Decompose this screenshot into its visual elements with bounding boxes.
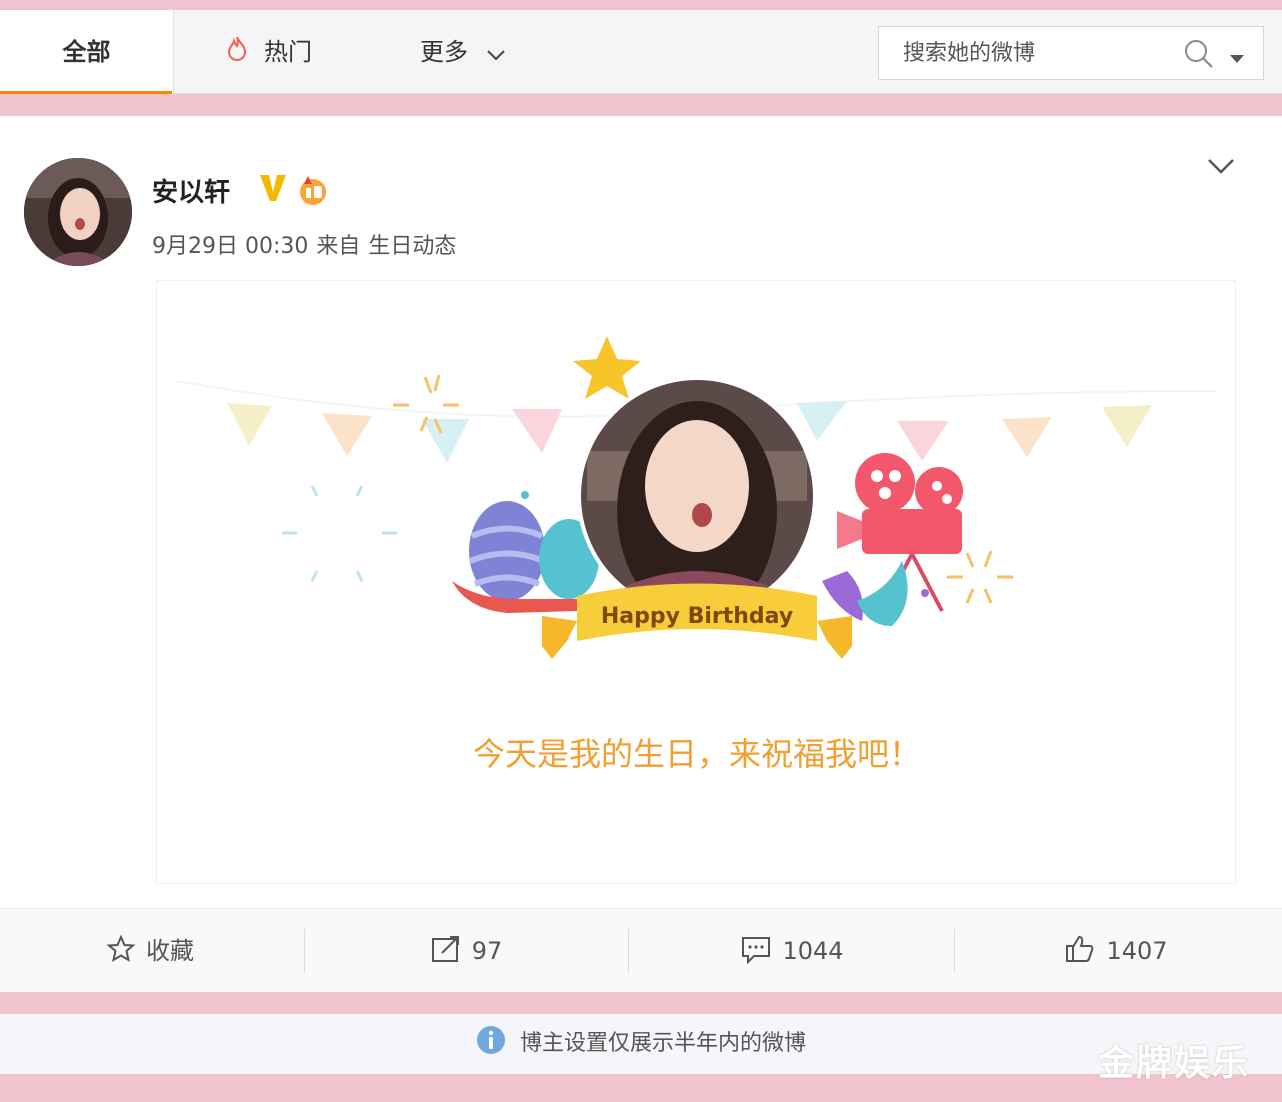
post-source[interactable]: 生日动态	[368, 234, 456, 259]
search-icon[interactable]	[1183, 38, 1215, 74]
repost-icon	[431, 936, 459, 962]
birthday-card[interactable]: Happy Birthday 今天是我的生日，来祝福我吧！	[156, 280, 1236, 884]
dropdown-caret-icon[interactable]	[1229, 49, 1245, 68]
tab-more[interactable]: 更多	[420, 10, 506, 94]
star-icon	[106, 934, 136, 963]
verified-icon	[258, 172, 288, 208]
watermark: 金牌娱乐	[1098, 1043, 1251, 1084]
author-name[interactable]: 安以轩	[152, 172, 230, 209]
action-divider	[628, 929, 629, 973]
avatar[interactable]	[24, 158, 132, 266]
favorite-button[interactable]: 收藏	[0, 909, 300, 993]
action-bar: 收藏 97 1044 1407	[0, 908, 1282, 992]
banner-text: Happy Birthday	[601, 604, 793, 629]
tab-hot-label: 热门	[264, 38, 312, 66]
repost-button[interactable]: 97	[316, 909, 616, 993]
post-meta: 9月29日 00:30 来自 生日动态	[152, 228, 464, 260]
tab-bar: 全部 热门 更多	[0, 10, 1282, 94]
chevron-down-icon[interactable]	[1206, 156, 1236, 180]
level-icon[interactable]	[296, 174, 330, 210]
notice-bar: 博主设置仅展示半年内的微博	[0, 1014, 1282, 1074]
favorite-label: 收藏	[146, 937, 194, 965]
action-divider	[304, 929, 305, 973]
info-icon	[476, 1026, 505, 1054]
like-icon	[1066, 935, 1094, 962]
repost-count: 97	[471, 937, 503, 965]
comment-count: 1044	[782, 937, 844, 965]
source-prefix: 来自	[316, 234, 361, 259]
flame-icon	[226, 11, 250, 95]
like-count: 1407	[1106, 937, 1168, 965]
birthday-message: 今天是我的生日，来祝福我吧！	[472, 735, 921, 773]
birthday-illustration: Happy Birthday	[176, 336, 1218, 659]
chevron-down-icon	[486, 11, 506, 95]
tab-hot[interactable]: 热门	[226, 10, 312, 94]
search-input[interactable]	[879, 27, 1169, 79]
search-box	[878, 26, 1264, 80]
notice-text: 博主设置仅展示半年内的微博	[519, 1031, 806, 1056]
tab-more-label: 更多	[420, 38, 468, 66]
post-date[interactable]: 9月29日 00:30	[152, 234, 308, 259]
post-card: 安以轩 9月29日 00:30 来自 生日动态 Happy Birthday 今…	[0, 116, 1282, 992]
comment-button[interactable]: 1044	[642, 909, 942, 993]
action-divider	[954, 929, 955, 973]
tab-all[interactable]: 全部	[0, 10, 174, 94]
like-button[interactable]: 1407	[966, 909, 1266, 993]
comment-icon	[742, 937, 771, 965]
